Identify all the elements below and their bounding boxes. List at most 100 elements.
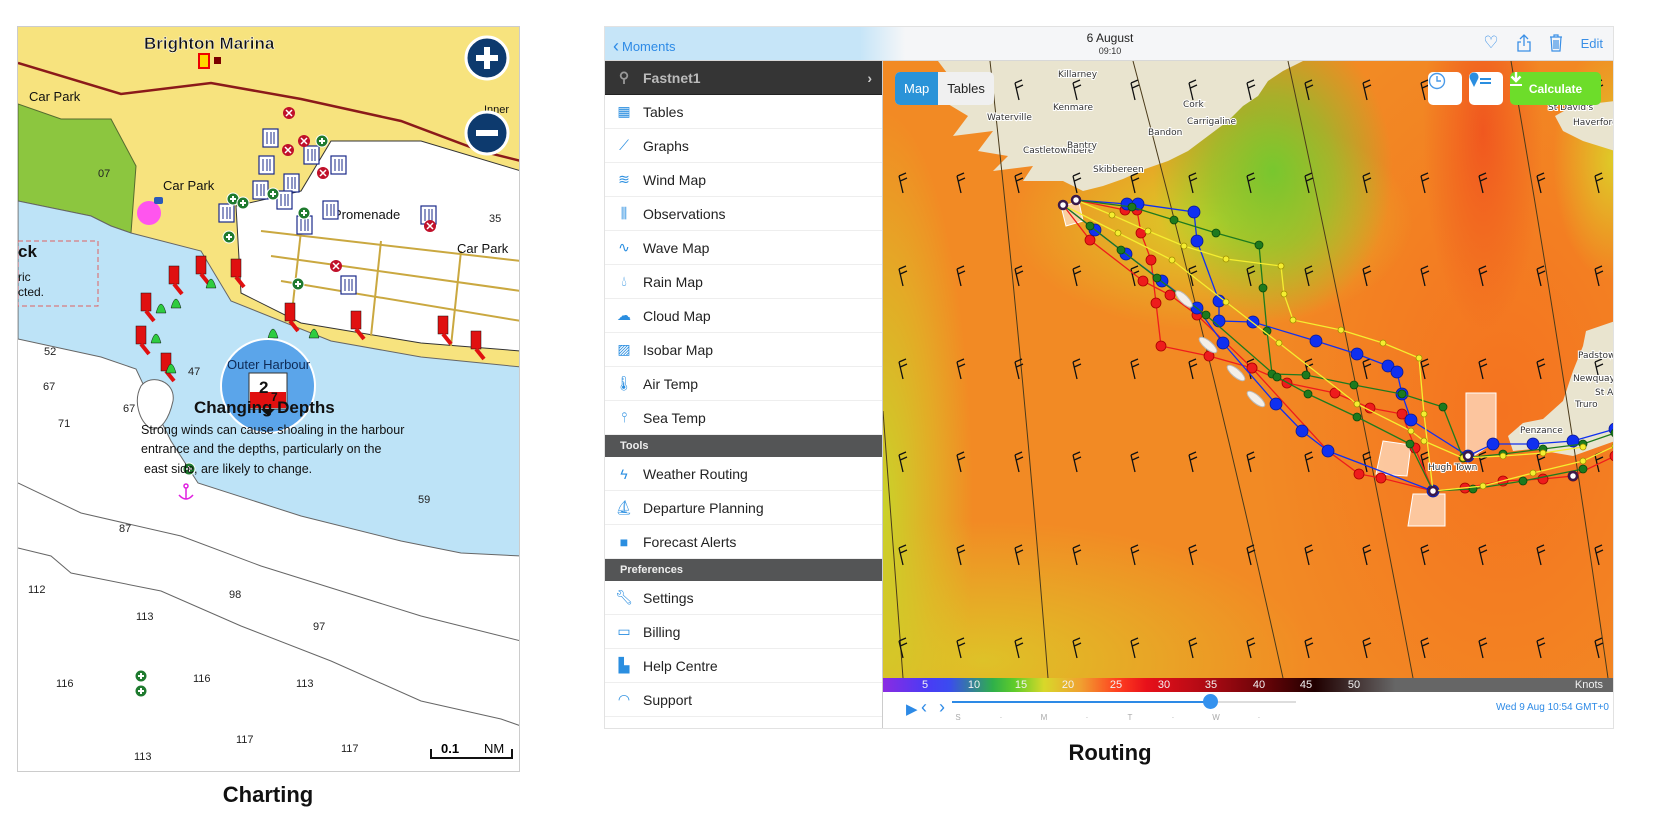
- restaurant-icon[interactable]: [262, 128, 279, 148]
- route-waypoint[interactable]: [1420, 437, 1428, 445]
- calculate-button[interactable]: Calculate: [1510, 72, 1601, 105]
- trash-icon[interactable]: [1549, 34, 1563, 52]
- route-waypoint[interactable]: [1269, 397, 1283, 411]
- route-endpoint[interactable]: [1070, 194, 1082, 206]
- closed-icon[interactable]: [298, 135, 310, 147]
- route-waypoint[interactable]: [1479, 482, 1487, 490]
- route-waypoint[interactable]: [1301, 370, 1311, 380]
- route-waypoint[interactable]: [1216, 336, 1230, 350]
- route-waypoint[interactable]: [1404, 413, 1418, 427]
- restaurant-icon[interactable]: [218, 203, 235, 223]
- route-waypoint[interactable]: [1201, 310, 1211, 320]
- route-waypoint[interactable]: [1579, 457, 1587, 465]
- route-waypoint[interactable]: [1579, 443, 1587, 451]
- route-waypoint[interactable]: [1321, 444, 1335, 458]
- sidebar-item-sea-temp[interactable]: ⫯ Sea Temp: [605, 401, 882, 435]
- route-waypoint[interactable]: [1127, 202, 1137, 212]
- sidebar-item-air-temp[interactable]: 🌡︎ Air Temp: [605, 367, 882, 401]
- route-waypoint[interactable]: [1084, 234, 1096, 246]
- tab-map[interactable]: Map: [895, 72, 939, 105]
- route-waypoint[interactable]: [1438, 402, 1448, 412]
- route-waypoint[interactable]: [1611, 443, 1614, 449]
- share-icon[interactable]: [1516, 34, 1531, 52]
- sidebar-item-forecast-alerts[interactable]: ■ Forecast Alerts: [605, 525, 882, 559]
- route-endpoint[interactable]: [1567, 470, 1579, 482]
- route-waypoint[interactable]: [1116, 245, 1126, 255]
- route[interactable]: [1062, 204, 1587, 462]
- route-waypoint[interactable]: [1275, 339, 1283, 347]
- closed-icon[interactable]: [283, 107, 295, 119]
- sidebar-item-weather-routing[interactable]: ϟ Weather Routing: [605, 457, 882, 491]
- route-waypoint[interactable]: [1375, 472, 1387, 484]
- route-waypoint[interactable]: [1114, 229, 1122, 237]
- route-waypoint[interactable]: [1390, 365, 1404, 379]
- service-icon[interactable]: [134, 669, 148, 683]
- sidebar-item-departure-planning[interactable]: ⛵︎ Departure Planning: [605, 491, 882, 525]
- route-waypoint[interactable]: [1085, 221, 1095, 231]
- sidebar-item-fastnet1[interactable]: ⚲ Fastnet1 ›: [605, 61, 882, 95]
- sidebar-item-cloud-map[interactable]: ☁ Cloud Map: [605, 299, 882, 333]
- view-toggle[interactable]: Map Tables: [895, 72, 994, 105]
- route-waypoint[interactable]: [1518, 476, 1528, 486]
- route-waypoint[interactable]: [1349, 380, 1359, 390]
- route-waypoint[interactable]: [1187, 205, 1201, 219]
- route-waypoint[interactable]: [1164, 289, 1176, 301]
- route-waypoint[interactable]: [1350, 347, 1364, 361]
- restaurant-icon[interactable]: [340, 275, 357, 295]
- zoom-out-button[interactable]: [464, 110, 510, 156]
- sidebar-item-help-centre[interactable]: ▙ Help Centre: [605, 649, 882, 683]
- restaurant-icon[interactable]: [322, 200, 339, 220]
- route-endpoint[interactable]: [1462, 450, 1474, 462]
- sidebar-item-isobar-map[interactable]: ▨ Isobar Map: [605, 333, 882, 367]
- route-waypoint[interactable]: [1352, 412, 1362, 422]
- edit-button[interactable]: Edit: [1581, 36, 1603, 51]
- routes[interactable]: [1057, 194, 1614, 498]
- previous-icon[interactable]: ‹: [921, 697, 927, 718]
- route-waypoint[interactable]: [1415, 354, 1423, 362]
- route-waypoint[interactable]: [1272, 372, 1282, 382]
- service-icon[interactable]: [134, 684, 148, 698]
- service-icon[interactable]: [266, 187, 280, 201]
- charting-map[interactable]: Brighton Marina Car Park Car Park Promen…: [17, 26, 520, 772]
- restaurant-icon[interactable]: [252, 180, 269, 200]
- route-waypoint[interactable]: [1258, 283, 1268, 293]
- route-waypoint[interactable]: [1108, 211, 1116, 219]
- route-waypoint[interactable]: [1537, 473, 1549, 485]
- sidebar-item-billing[interactable]: ▭ Billing: [605, 615, 882, 649]
- sidebar-item-wave-map[interactable]: ∿ Wave Map: [605, 231, 882, 265]
- tab-tables[interactable]: Tables: [938, 72, 994, 105]
- slider-thumb[interactable]: [1203, 694, 1218, 709]
- service-icon[interactable]: [222, 230, 236, 244]
- weather-map[interactable]: Killarney Kenmare Waterville Castletownbere…: [883, 61, 1614, 678]
- route-waypoint[interactable]: [1152, 273, 1162, 283]
- restaurant-icon[interactable]: [303, 145, 320, 165]
- route-waypoint[interactable]: [1578, 464, 1588, 474]
- popup-marker[interactable]: Outer Harbour 2 7: [220, 338, 316, 434]
- route-waypoint[interactable]: [1499, 452, 1507, 460]
- heart-icon[interactable]: ♡: [1483, 33, 1498, 53]
- sidebar-item-rain-map[interactable]: 💧︎ Rain Map: [605, 265, 882, 299]
- restaurant-icon[interactable]: [330, 155, 347, 175]
- route-waypoint[interactable]: [1309, 334, 1323, 348]
- service-icon[interactable]: [291, 277, 305, 291]
- route-waypoint[interactable]: [1526, 437, 1540, 451]
- service-icon[interactable]: [297, 206, 311, 220]
- back-button[interactable]: ‹ Moments: [613, 36, 675, 57]
- restaurant-icon[interactable]: [258, 155, 275, 175]
- sidebar-item-wind-map[interactable]: ≋ Wind Map: [605, 163, 882, 197]
- sidebar-item-support[interactable]: ◠ Support: [605, 683, 882, 717]
- route-waypoint[interactable]: [1180, 242, 1188, 250]
- closed-icon[interactable]: [317, 167, 329, 179]
- route-waypoint[interactable]: [1211, 228, 1221, 238]
- route-waypoint[interactable]: [1609, 450, 1614, 462]
- waypoints-button[interactable]: [1469, 72, 1503, 105]
- service-icon[interactable]: [236, 196, 250, 210]
- zoom-in-button[interactable]: [464, 35, 510, 81]
- route-waypoint[interactable]: [1169, 215, 1179, 225]
- route-waypoint[interactable]: [1379, 339, 1387, 347]
- sidebar-item-settings[interactable]: 🔧︎ Settings: [605, 581, 882, 615]
- sidebar-item-observations[interactable]: ⫼ Observations: [605, 197, 882, 231]
- next-icon[interactable]: ›: [939, 697, 945, 718]
- route-waypoint[interactable]: [1529, 469, 1537, 477]
- route-waypoint[interactable]: [1337, 326, 1345, 334]
